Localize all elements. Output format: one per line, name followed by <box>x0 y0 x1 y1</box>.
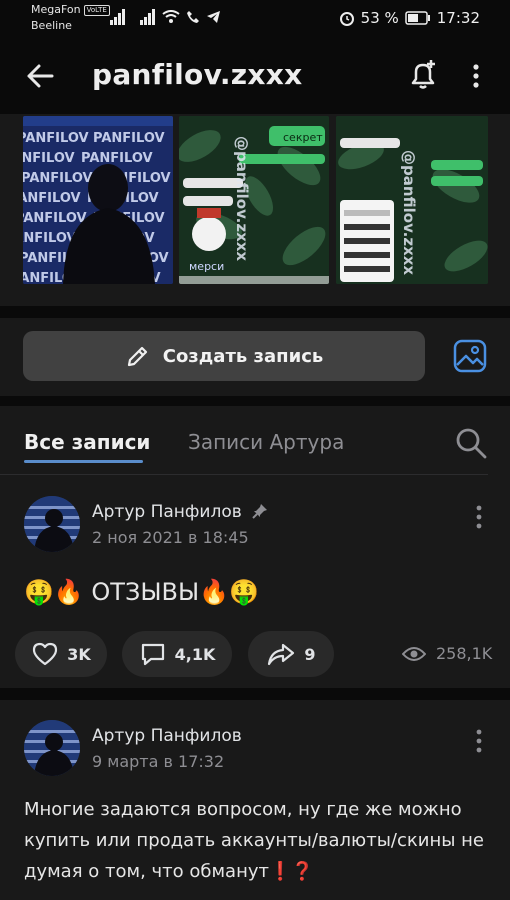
battery-percent: 53 % <box>360 9 399 27</box>
carrier-2: Beeline <box>31 19 72 32</box>
section-gap-2 <box>0 396 510 406</box>
add-photo-icon[interactable] <box>452 338 488 374</box>
svg-text:PANFILOV: PANFILOV <box>81 151 153 166</box>
wall-section: Все записи Записи Артура Артур Панфилов … <box>0 406 510 900</box>
tab-divider <box>0 474 488 475</box>
telegram-icon <box>207 11 220 23</box>
app-header: panfilov.zxxx <box>0 40 510 114</box>
back-arrow-icon[interactable] <box>22 58 58 94</box>
shares-count: 9 <box>304 644 316 664</box>
post-author[interactable]: Артур Панфилов <box>92 726 242 746</box>
alarm-icon <box>339 12 354 26</box>
phone-icon <box>187 11 199 23</box>
svg-text:PANFILOV: PANFILOV <box>23 151 75 166</box>
like-button[interactable]: 3K <box>15 631 107 677</box>
create-post-section: Создать запись <box>0 318 510 396</box>
comment-icon <box>141 643 164 666</box>
heart-icon <box>33 642 58 666</box>
notification-bell-icon[interactable] <box>404 56 442 94</box>
avatar[interactable] <box>24 496 80 552</box>
more-options-icon[interactable] <box>466 58 486 94</box>
svg-text:мерси: мерси <box>189 260 224 273</box>
photo-2[interactable]: секрет мерси @panfilov.zxxx <box>179 116 329 284</box>
post-more-icon[interactable] <box>473 726 485 756</box>
create-post-button[interactable]: Создать запись <box>23 331 425 381</box>
photo-1[interactable]: PANFILOV PANFILOV PANFILOV PANFILOV PANFIL… <box>23 116 173 284</box>
signal-icons <box>110 9 221 25</box>
section-gap <box>0 306 510 318</box>
post-author[interactable]: Артур Панфилов <box>92 502 269 522</box>
photo-1-image: PANFILOV PANFILOV PANFILOV PANFILOV PANFIL… <box>23 116 173 284</box>
photos-section: PANFILOV PANFILOV PANFILOV PANFILOV PANFIL… <box>0 114 510 306</box>
post-more-icon[interactable] <box>473 502 485 532</box>
svg-text:@panfilov.zxxx: @panfilov.zxxx <box>233 136 251 261</box>
views-counter: 258,1K <box>402 644 492 663</box>
photo-3-image: @panfilov.zxxx <box>336 116 488 284</box>
share-button[interactable]: 9 <box>248 631 334 677</box>
avatar[interactable] <box>24 720 80 776</box>
create-post-label: Создать запись <box>162 345 324 367</box>
post-text: Многие задаются вопросом, ну где же можн… <box>24 799 484 882</box>
svg-text:PANFILOV: PANFILOV <box>23 211 87 226</box>
svg-text:PANFILOV: PANFILOV <box>23 191 81 206</box>
page-title: panfilov.zxxx <box>92 58 303 91</box>
svg-text:PANFILOV: PANFILOV <box>23 131 89 146</box>
pencil-icon <box>127 346 147 367</box>
likes-count: 3K <box>67 644 91 664</box>
photo-3[interactable]: @panfilov.zxxx <box>336 116 488 284</box>
comment-button[interactable]: 4,1K <box>122 631 232 677</box>
wifi-icon <box>162 10 180 23</box>
share-icon <box>268 643 295 666</box>
active-tab-indicator <box>24 460 143 463</box>
tab-author-posts[interactable]: Записи Артура <box>188 430 344 454</box>
svg-text:PANFILOV: PANFILOV <box>23 231 77 246</box>
status-bar: MegaFon VoLTE Beeline 53 % 17:32 <box>0 0 510 40</box>
post-date: 2 ноя 2021 в 18:45 <box>92 528 249 547</box>
svg-text:PANFILOV: PANFILOV <box>23 171 93 186</box>
photo-2-image: секрет мерси @panfilov.zxxx <box>179 116 329 284</box>
comments-count: 4,1K <box>174 644 216 664</box>
svg-text:секрет: секрет <box>283 131 323 144</box>
post-text: 🤑🔥 ОТЗЫВЫ🔥🤑 <box>24 578 259 606</box>
pin-icon <box>252 504 268 519</box>
volte-badge: VoLTE <box>83 5 110 16</box>
svg-text:@panfilov.zxxx: @panfilov.zxxx <box>400 150 418 275</box>
signal-icon-2 <box>140 9 155 25</box>
svg-text:PANFILOV: PANFILOV <box>93 131 165 146</box>
search-icon[interactable] <box>454 426 488 460</box>
eye-icon <box>402 646 426 661</box>
post-date: 9 марта в 17:32 <box>92 752 225 771</box>
post-separator <box>0 688 510 700</box>
signal-icon <box>110 9 125 25</box>
clock: 17:32 <box>436 9 480 27</box>
carrier-1: MegaFon VoLTE <box>31 4 110 16</box>
battery-icon <box>405 11 430 25</box>
views-count: 258,1K <box>436 644 493 663</box>
tab-all-posts[interactable]: Все записи <box>24 430 150 454</box>
